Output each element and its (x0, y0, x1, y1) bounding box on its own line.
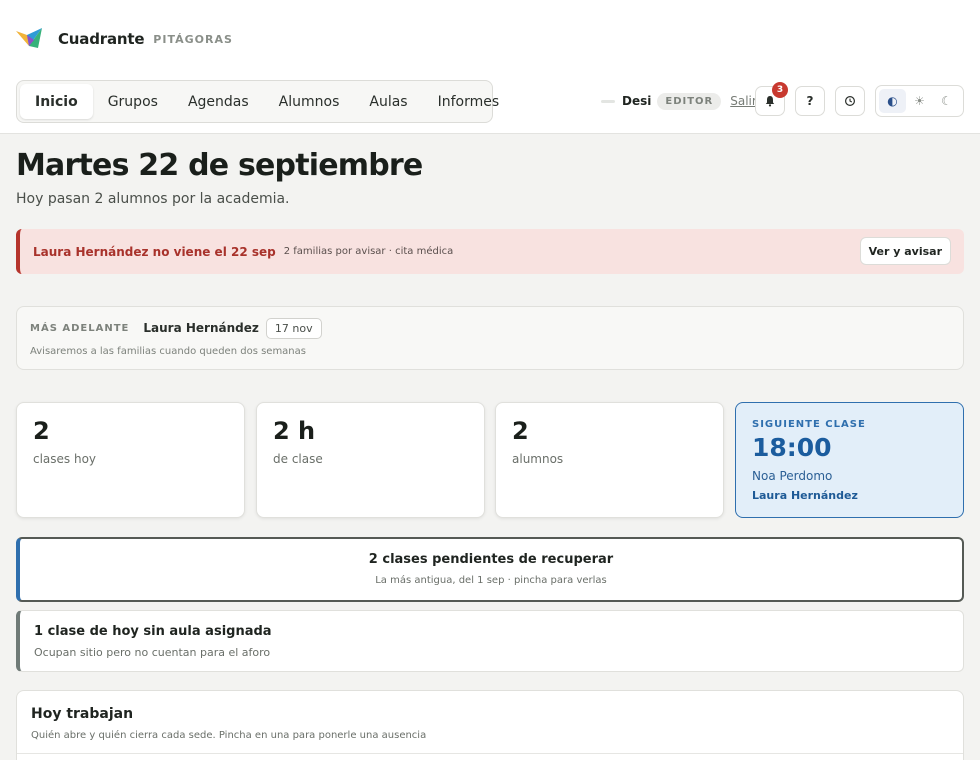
help-button[interactable]: ? (795, 86, 825, 116)
user-name: Desi (622, 94, 652, 108)
pending-title: 2 clases pendientes de recuperar (368, 552, 614, 567)
moon-icon[interactable]: ☾ (933, 89, 960, 113)
user-area: Desi EDITOR Salir (601, 86, 757, 116)
stat-label: de clase (273, 452, 323, 466)
notification-count-badge: 3 (772, 82, 788, 98)
next-class-time: 18:00 (752, 433, 832, 462)
view-and-notify-button[interactable]: Ver y avisar (859, 237, 951, 265)
stat-card-hours: 2 h de clase (256, 402, 485, 518)
brand-subtitle: PITÁGORAS (153, 32, 233, 46)
pending-recovery-card[interactable]: 2 clases pendientes de recuperar La más … (16, 537, 964, 602)
main-nav: Inicio Grupos Agendas Alumnos Aulas Info… (16, 80, 499, 123)
next-class-label: SIGUIENTE CLASE (752, 419, 866, 430)
user-status-indicator (601, 99, 615, 103)
next-class-group: Noa Perdomo (752, 469, 833, 483)
nav-item-inicio[interactable]: Inicio (20, 84, 93, 119)
working-today-subtitle: Quién abre y quién cierra cada sede. Pin… (31, 730, 427, 741)
nav-item-grupos[interactable]: Grupos (93, 84, 173, 119)
stat-value: 2 h (273, 417, 316, 445)
unassigned-room-card[interactable]: 1 clase de hoy sin aula asignada Ocupan … (16, 610, 964, 672)
nav-item-informes[interactable]: Informes (423, 84, 515, 119)
history-button[interactable] (835, 86, 865, 116)
next-class-card[interactable]: SIGUIENTE CLASE 18:00 Noa Perdomo Laura … (735, 402, 964, 518)
logout-link[interactable]: Salir (730, 94, 757, 108)
help-icon: ? (806, 94, 814, 108)
upcoming-label: MÁS ADELANTE (30, 322, 130, 334)
brand[interactable]: Cuadrante PITÁGORAS (16, 26, 233, 52)
contrast-icon[interactable]: ◐ (879, 89, 906, 113)
stat-label: clases hoy (33, 452, 97, 466)
upcoming-note: Avisaremos a las familias cuando queden … (30, 346, 306, 357)
stat-value: 2 (33, 417, 50, 445)
nav-item-agendas[interactable]: Agendas (173, 84, 264, 119)
page-title: Martes 22 de septiembre (16, 148, 423, 183)
top-header: Cuadrante PITÁGORAS Inicio Grupos Agenda… (0, 0, 980, 134)
next-class-teacher: Laura Hernández (752, 489, 858, 502)
stat-label: alumnos (512, 452, 564, 466)
role-badge: EDITOR (657, 92, 722, 110)
upcoming-row: MÁS ADELANTE Laura Hernández 17 nov (30, 316, 322, 340)
unassigned-room-subtitle: Ocupan sitio pero no cuentan para el afo… (34, 646, 271, 659)
unassigned-room-title: 1 clase de hoy sin aula asignada (34, 624, 272, 639)
stat-card-classes: 2 clases hoy (16, 402, 245, 518)
stat-value: 2 (512, 417, 529, 445)
clock-icon (844, 95, 856, 107)
notifications-button[interactable]: 3 (755, 82, 788, 116)
absence-alert: Laura Hernández no viene el 22 sep 2 fam… (16, 229, 964, 274)
theme-switcher: ◐ ☀ ☾ (875, 85, 964, 117)
brand-name: Cuadrante (58, 30, 145, 48)
divider (17, 753, 963, 754)
upcoming-absence-card: MÁS ADELANTE Laura Hernández 17 nov Avis… (16, 306, 964, 370)
brand-logo-icon (16, 28, 42, 48)
nav-item-aulas[interactable]: Aulas (354, 84, 422, 119)
sun-icon[interactable]: ☀ (906, 89, 933, 113)
stat-card-students: 2 alumnos (495, 402, 724, 518)
working-today-panel: Hoy trabajan Quién abre y quién cierra c… (16, 690, 964, 760)
alert-title: Laura Hernández no viene el 22 sep (33, 244, 276, 259)
nav-item-alumnos[interactable]: Alumnos (264, 84, 355, 119)
working-today-title: Hoy trabajan (31, 706, 134, 722)
upcoming-date: 17 nov (265, 317, 322, 339)
pending-subtitle: La más antigua, del 1 sep · pincha para … (375, 575, 607, 586)
upcoming-name: Laura Hernández (143, 321, 259, 335)
bell-icon (765, 96, 775, 107)
page-subtitle: Hoy pasan 2 alumnos por la academia. (16, 191, 290, 207)
alert-meta: 2 familias por avisar · cita médica (283, 246, 454, 257)
